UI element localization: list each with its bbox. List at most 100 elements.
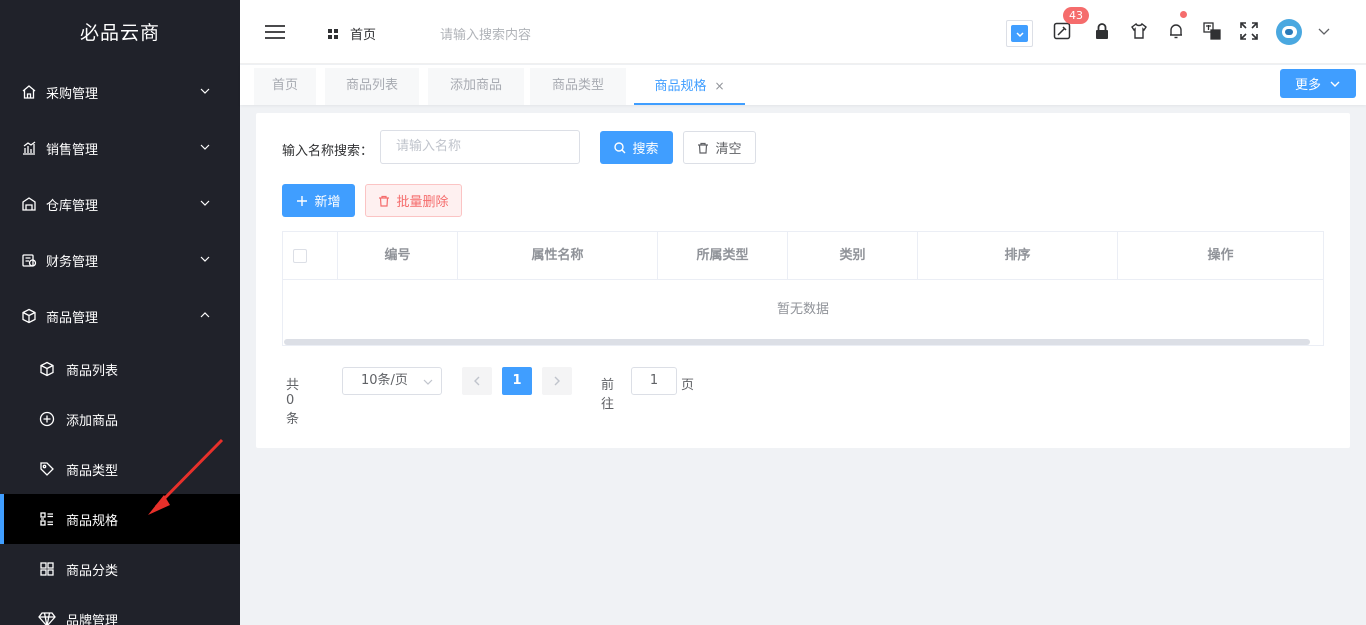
column-header[interactable]: 编号 (338, 232, 458, 280)
tab-add-goods[interactable]: 添加商品 (428, 68, 524, 105)
pagination-total: 共 0 条 (286, 378, 300, 427)
content-card: 输入名称搜索： 请输入名称 搜索 清空 新增 批量删除 编号 属性名称 所属类型… (256, 113, 1350, 448)
notification-count-badge: 43 (1063, 7, 1089, 24)
finance-icon (20, 251, 38, 269)
spec-list-icon (38, 510, 56, 528)
page-size-select[interactable]: 10条/页 (342, 367, 442, 395)
purchase-icon (20, 83, 38, 101)
sidebar-item-label: 添加商品 (66, 413, 119, 429)
more-label: 更多 (1294, 78, 1321, 93)
select-all-checkbox[interactable] (293, 249, 307, 263)
plus-icon (297, 195, 308, 206)
trash-icon (698, 142, 709, 154)
table-header: 编号 属性名称 所属类型 类别 排序 操作 (283, 232, 1323, 280)
lock-icon[interactable] (1093, 22, 1111, 40)
fullscreen-icon[interactable] (1240, 22, 1258, 40)
diamond-icon (38, 610, 56, 625)
sidebar-item-label: 品牌管理 (66, 613, 119, 625)
header-home-label: 首页 (350, 28, 377, 43)
tools-icon[interactable] (1053, 22, 1071, 40)
sidebar-item-goods-category[interactable]: 商品分类 (0, 544, 240, 594)
menu-warehouse[interactable]: 仓库管理 (0, 176, 240, 232)
menu-goods[interactable]: 商品管理 (0, 288, 240, 344)
column-header[interactable]: 所属类型 (658, 232, 788, 280)
sidebar-item-label: 商品规格 (66, 513, 119, 529)
tabs-bar: 首页 商品列表 添加商品 商品类型 商品规格 × 更多 (240, 65, 1366, 105)
menu-sales[interactable]: 销售管理 (0, 120, 240, 176)
prev-page-button[interactable] (462, 367, 492, 395)
chevron-down-icon (200, 88, 210, 94)
warehouse-icon (20, 195, 38, 213)
theme-shirt-icon[interactable] (1130, 22, 1148, 40)
goto-page-input[interactable]: 1 (631, 367, 677, 395)
page-unit-label: 页 (681, 378, 695, 393)
spec-table: 编号 属性名称 所属类型 类别 排序 操作 暂无数据 (282, 231, 1324, 346)
chevron-down-icon (200, 256, 210, 262)
cube-icon (38, 360, 56, 378)
tab-label: 商品类型 (551, 78, 604, 93)
plus-circle-icon (38, 410, 56, 428)
search-icon (614, 141, 626, 153)
horizontal-scrollbar[interactable] (284, 339, 1310, 345)
sales-chart-icon (20, 139, 38, 157)
tab-goods-spec[interactable]: 商品规格 × (634, 68, 745, 105)
chevron-down-icon (200, 144, 210, 150)
column-header[interactable]: 属性名称 (458, 232, 658, 280)
sidebar-item-label: 商品列表 (66, 363, 119, 379)
name-search-input[interactable]: 请输入名称 (380, 130, 580, 164)
box-icon (20, 307, 38, 325)
tab-goods-list[interactable]: 商品列表 (325, 68, 419, 105)
page-size-value: 10条/页 (361, 373, 408, 388)
close-icon[interactable]: × (714, 79, 724, 93)
name-search-label: 输入名称搜索： (282, 144, 374, 159)
sidebar-item-goods-list[interactable]: 商品列表 (0, 344, 240, 394)
trash-icon (379, 195, 390, 207)
sidebar-item-label: 商品分类 (66, 563, 119, 579)
dropdown-toggle-icon[interactable] (1006, 20, 1033, 47)
chevron-down-icon (200, 200, 210, 206)
tab-home[interactable]: 首页 (254, 68, 316, 105)
bell-dot-badge (1180, 11, 1187, 18)
add-button[interactable]: 新增 (282, 184, 355, 217)
menu-sales-label: 销售管理 (46, 142, 99, 158)
sidebar-item-brand[interactable]: 品牌管理 (0, 594, 240, 625)
header-search-input[interactable]: 请输入搜索内容 (440, 24, 531, 43)
search-button-label: 搜索 (632, 142, 659, 157)
column-header[interactable]: 类别 (788, 232, 918, 280)
clear-button-label: 清空 (715, 142, 742, 157)
next-page-button[interactable] (542, 367, 572, 395)
empty-state-text: 暂无数据 (776, 302, 829, 317)
tab-label: 添加商品 (449, 78, 502, 93)
tab-label: 首页 (271, 78, 298, 93)
page-number-current[interactable]: 1 (502, 367, 532, 395)
select-all-cell (283, 232, 338, 280)
chevron-down-icon[interactable] (1318, 25, 1330, 37)
grid-icon (38, 560, 56, 578)
clear-button[interactable]: 清空 (683, 131, 756, 164)
bell-icon[interactable] (1167, 22, 1185, 40)
chevron-up-icon (200, 312, 210, 318)
chevron-right-icon (554, 376, 560, 386)
menu-finance[interactable]: 财务管理 (0, 232, 240, 288)
menu-purchase[interactable]: 采购管理 (0, 64, 240, 120)
batch-delete-button[interactable]: 批量删除 (365, 184, 462, 217)
column-header[interactable]: 操作 (1118, 232, 1323, 280)
translate-icon[interactable] (1203, 22, 1221, 40)
column-header[interactable]: 排序 (918, 232, 1118, 280)
sidebar: 必品云商 采购管理 销售管理 仓库管理 财务管理 商品管理 商品列表 添加商品 … (0, 0, 240, 625)
chevron-left-icon (474, 376, 480, 386)
search-button[interactable]: 搜索 (600, 131, 673, 164)
chevron-down-icon (1330, 81, 1340, 87)
more-tabs-button[interactable]: 更多 (1280, 69, 1356, 98)
header-home-link[interactable]: 首页 (328, 24, 376, 43)
header-toolbar: 43 (966, 0, 1366, 64)
tab-label: 商品规格 (654, 79, 707, 94)
tab-goods-type[interactable]: 商品类型 (530, 68, 626, 105)
user-avatar[interactable] (1276, 19, 1302, 45)
annotation-arrow (148, 438, 224, 515)
menu-warehouse-label: 仓库管理 (46, 198, 99, 214)
top-header: 首页 请输入搜索内容 43 (240, 0, 1366, 64)
hamburger-menu-icon[interactable] (265, 24, 285, 40)
add-button-label: 新增 (314, 195, 341, 210)
chevron-down-icon (423, 379, 433, 385)
